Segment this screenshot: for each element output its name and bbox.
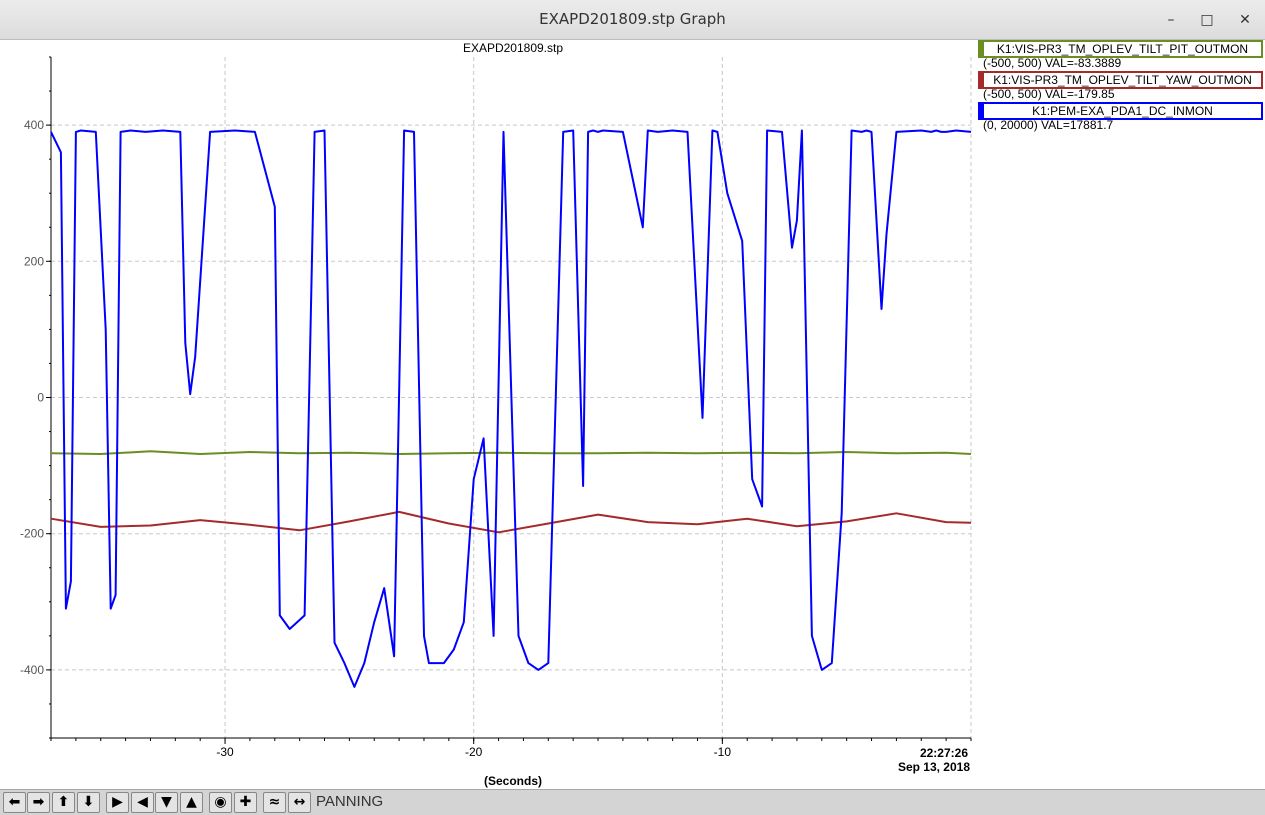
plot-area[interactable]: 400 200 0 -200 -400 -30 -20 -10 EXAPD201809.stp…	[0, 40, 975, 790]
legend-value-pit: (-500, 500) VAL=-83.3889	[983, 56, 1122, 70]
y-tick-label: 200	[24, 254, 44, 268]
y-tick-label: 0	[37, 391, 44, 405]
legend-name-yaw: K1:VIS-PR3_TM_OPLEV_TILT_YAW_OUTMON	[993, 73, 1252, 87]
pan-mode-icon[interactable]: ↔	[288, 792, 311, 813]
time-label: 22:27:26	[920, 746, 968, 760]
reset-icon[interactable]: ◉	[209, 792, 232, 813]
legend-value-pda: (0, 20000) VAL=17881.7	[983, 118, 1114, 132]
date-label: Sep 13, 2018	[898, 760, 970, 774]
series-pda-line	[50, 129, 972, 688]
x-tick-label: -20	[465, 745, 483, 759]
axes: 400 200 0 -200 -400 -30 -20 -10	[20, 56, 972, 759]
window-titlebar: EXAPD201809.stp Graph – □ ✕	[0, 0, 1265, 40]
window-title: EXAPD201809.stp Graph	[539, 10, 726, 28]
legend-name-pda: K1:PEM-EXA_PDA1_DC_INMON	[1032, 104, 1213, 118]
legend-value-yaw: (-500, 500) VAL=-179.85	[983, 87, 1115, 101]
y-tick-label: 400	[24, 118, 44, 132]
zoom-y-in-icon[interactable]: ▼	[155, 792, 178, 813]
maximize-icon[interactable]: □	[1196, 9, 1218, 31]
series-group	[50, 129, 972, 688]
chart-canvas[interactable]: 400 200 0 -200 -400 -30 -20 -10 EXAPD201809.stp…	[0, 40, 975, 790]
mode-status: PANNING	[316, 793, 384, 810]
close-icon[interactable]: ✕	[1234, 9, 1256, 31]
y-tick-label: -200	[20, 527, 44, 541]
toolbar: ⬅ ➡ ⬆ ⬇ ▶ ◀ ▼ ▲ ◉ ✚ ≈ ↔ PANNING	[0, 789, 1265, 815]
x-axis-label: (Seconds)	[484, 774, 542, 788]
zoom-y-out-icon[interactable]: ▲	[180, 792, 203, 813]
legend-panel: K1:VIS-PR3_TM_OPLEV_TILT_PIT_OUTMON (-50…	[976, 40, 1265, 790]
series-pit-line	[50, 450, 972, 455]
y-tick-label: -400	[20, 663, 44, 677]
minimize-icon[interactable]: –	[1160, 9, 1182, 31]
chart-title: EXAPD201809.stp	[463, 41, 563, 55]
pan-up-icon[interactable]: ⬆	[52, 792, 75, 813]
pan-down-icon[interactable]: ⬇	[77, 792, 100, 813]
series-yaw-line	[50, 510, 972, 534]
add-icon[interactable]: ✚	[234, 792, 257, 813]
x-tick-label: -30	[216, 745, 234, 759]
x-tick-label: -10	[714, 745, 732, 759]
zoom-x-out-icon[interactable]: ◀	[131, 792, 154, 813]
auto-scale-icon[interactable]: ≈	[263, 792, 286, 813]
pan-right-icon[interactable]: ➡	[27, 792, 50, 813]
pan-left-icon[interactable]: ⬅	[3, 792, 26, 813]
legend-name-pit: K1:VIS-PR3_TM_OPLEV_TILT_PIT_OUTMON	[996, 42, 1249, 56]
zoom-x-in-icon[interactable]: ▶	[106, 792, 129, 813]
